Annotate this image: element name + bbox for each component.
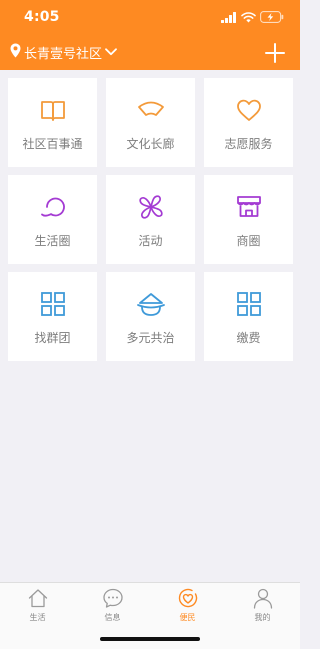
tile-label: 生活圈 — [34, 234, 71, 248]
tile-business-district[interactable]: 商圈 — [204, 175, 293, 264]
grid-squares-icon — [38, 289, 68, 319]
tab-label: 便民 — [179, 613, 196, 622]
tile-life-circle[interactable]: 生活圈 — [8, 175, 97, 264]
status-icons — [221, 10, 284, 23]
tile-payment[interactable]: 缴费 — [204, 272, 293, 361]
community-selector[interactable]: 长青壹号社区 — [10, 43, 117, 62]
wifi-icon — [241, 8, 256, 27]
grid-squares-icon — [234, 289, 264, 319]
location-pin-icon — [10, 43, 21, 62]
house-icon — [27, 587, 49, 609]
folding-fan-icon — [136, 95, 166, 125]
tile-label: 文化长廊 — [126, 137, 175, 151]
heart-circle-icon — [177, 587, 199, 609]
tab-label: 信息 — [104, 613, 121, 622]
cellular-signal-icon — [221, 8, 237, 27]
chevron-down-icon — [105, 45, 117, 60]
plus-icon — [265, 43, 285, 67]
community-name: 长青壹号社区 — [24, 47, 103, 62]
tile-label: 商圈 — [236, 234, 261, 248]
heart-icon — [234, 95, 264, 125]
tab-label: 我的 — [254, 613, 271, 622]
circle-loop-icon — [38, 192, 68, 222]
tile-label: 志愿服务 — [224, 137, 273, 151]
tile-label: 缴费 — [236, 331, 261, 345]
tile-community-guide[interactable]: 社区百事通 — [8, 78, 97, 167]
tab-life[interactable]: 生活 — [0, 587, 75, 627]
tile-culture-gallery[interactable]: 文化长廊 — [106, 78, 195, 167]
chat-bubble-icon — [102, 587, 124, 609]
storefront-icon — [234, 192, 264, 222]
status-time: 4:05 — [24, 9, 60, 25]
tile-label: 社区百事通 — [22, 137, 83, 151]
tab-convenience[interactable]: 便民 — [150, 587, 225, 627]
tab-profile[interactable]: 我的 — [225, 587, 300, 627]
tile-label: 活动 — [138, 234, 163, 248]
tile-find-groups[interactable]: 找群团 — [8, 272, 97, 361]
battery-charging-icon — [260, 8, 284, 27]
tab-label: 生活 — [29, 613, 46, 622]
tile-activities[interactable]: 活动 — [106, 175, 195, 264]
tile-volunteer-service[interactable]: 志愿服务 — [204, 78, 293, 167]
hat-icon — [136, 289, 166, 319]
person-icon — [252, 587, 274, 609]
pinwheel-icon — [136, 192, 166, 222]
tile-co-governance[interactable]: 多元共治 — [106, 272, 195, 361]
add-button[interactable] — [265, 43, 285, 63]
home-indicator[interactable] — [100, 637, 200, 641]
service-grid: 社区百事通 文化长廊 志愿服务 生活圈 活动 商圈 找群团 多元共治 缴费 — [8, 78, 293, 361]
open-book-icon — [38, 95, 68, 125]
tile-label: 多元共治 — [126, 331, 175, 345]
tile-label: 找群团 — [34, 331, 71, 345]
status-bar: 4:05 — [0, 0, 300, 36]
app-header: 4:05 长青壹号社区 — [0, 0, 300, 70]
tab-messages[interactable]: 信息 — [75, 587, 150, 627]
